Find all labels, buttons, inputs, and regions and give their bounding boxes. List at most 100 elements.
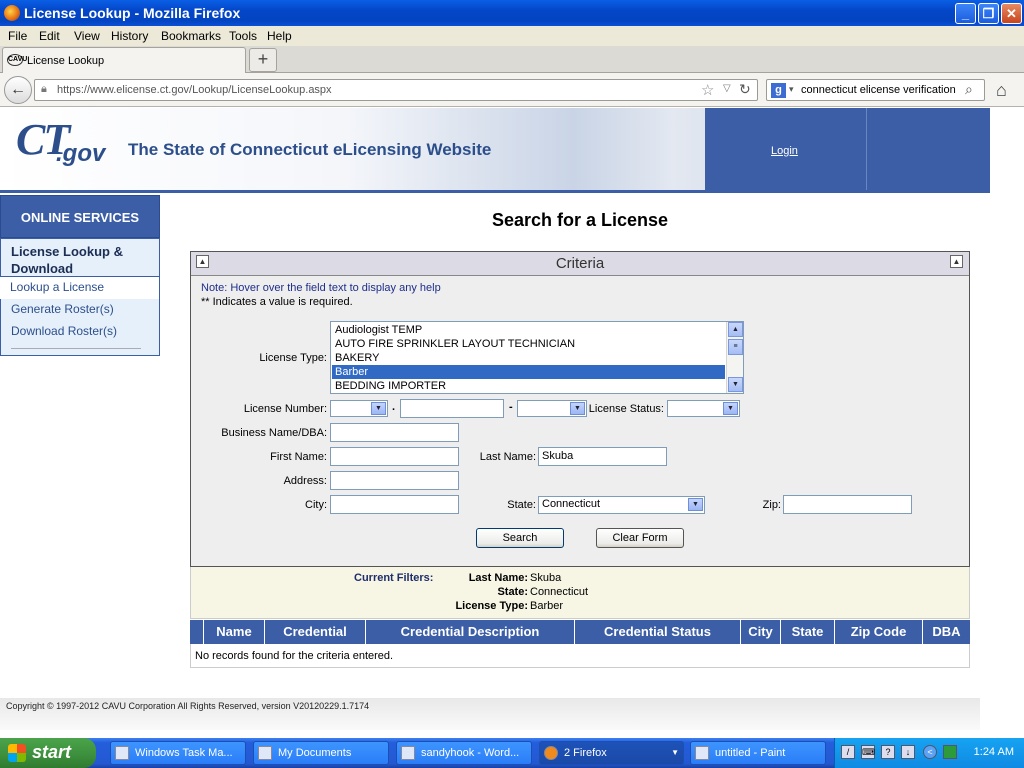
home-icon[interactable]: ⌂ <box>996 80 1007 101</box>
filter-state-value: Connecticut <box>530 586 589 598</box>
menu-bar: File Edit View History Bookmarks Tools H… <box>0 26 1024 46</box>
scroll-up-icon[interactable]: ▲ <box>728 322 743 337</box>
first-name-field[interactable] <box>330 447 459 466</box>
menu-edit[interactable]: Edit <box>39 29 60 43</box>
list-item[interactable]: AUTO FIRE SPRINKLER LAYOUT TECHNICIAN <box>332 337 725 351</box>
taskbar-my-documents[interactable]: My Documents <box>253 741 389 765</box>
tab-license-lookup[interactable]: CAVU License Lookup <box>2 47 246 73</box>
search-box[interactable]: g ▾ connecticut elicense verification ⌕ <box>766 79 985 101</box>
list-item[interactable]: Audiologist TEMP <box>332 323 725 337</box>
menu-view[interactable]: View <box>74 29 100 43</box>
start-button[interactable]: start <box>0 738 96 768</box>
menu-help[interactable]: Help <box>267 29 292 43</box>
last-name-field[interactable]: Skuba <box>538 447 667 466</box>
address-field[interactable] <box>330 471 459 490</box>
sidebar-item-lookup-license[interactable]: Lookup a License <box>0 277 160 299</box>
ct-gov-logo[interactable]: CT .gov <box>8 114 108 174</box>
task-manager-icon <box>115 746 129 760</box>
city-field[interactable] <box>330 495 459 514</box>
collapse-up-icon[interactable]: ▲ <box>196 255 209 268</box>
page-title: Search for a License <box>491 210 669 230</box>
column-spacer <box>190 620 204 644</box>
system-tray: / ⌨ ? ↓ < 1:24 AM <box>834 738 1024 768</box>
collapse-up-icon-right[interactable]: ▲ <box>950 255 963 268</box>
scroll-thumb[interactable]: ≡ <box>728 339 743 355</box>
separator-dot: . <box>392 401 396 413</box>
sidebar-item-generate-roster[interactable]: Generate Roster(s) <box>0 299 160 321</box>
taskbar-word[interactable]: sandyhook - Word... <box>396 741 532 765</box>
minimize-button[interactable]: _ <box>955 3 976 24</box>
back-arrow-icon[interactable]: ← <box>4 76 32 104</box>
column-city[interactable]: City <box>741 620 781 644</box>
maximize-button[interactable]: ❐ <box>978 3 999 24</box>
license-suffix-select[interactable]: ▼ <box>517 400 587 417</box>
column-credential-description[interactable]: Credential Description <box>366 620 575 644</box>
current-filters: Current Filters: Last Name: Skuba State:… <box>190 567 970 619</box>
list-item-selected[interactable]: Barber <box>332 365 725 379</box>
login-link[interactable]: Login <box>771 145 798 157</box>
sidebar-item-download-roster-label: Download Roster(s) <box>11 324 118 338</box>
license-type-label: License Type: <box>259 352 327 364</box>
column-state[interactable]: State <box>781 620 835 644</box>
city-label: City: <box>305 499 327 511</box>
filter-state-label: State: <box>497 586 528 598</box>
column-credential[interactable]: Credential <box>265 620 366 644</box>
new-tab-button[interactable]: + <box>249 48 277 72</box>
url-text[interactable]: https://www.elicense.ct.gov/Lookup/Licen… <box>57 84 332 96</box>
filter-last-name-value: Skuba <box>530 572 562 584</box>
close-button[interactable]: ✕ <box>1001 3 1022 24</box>
state-select[interactable]: Connecticut ▼ <box>538 496 705 514</box>
search-input[interactable]: connecticut elicense verification <box>801 84 956 96</box>
tray-app-icon[interactable] <box>943 745 957 759</box>
bookmark-star-icon[interactable]: ☆ <box>701 81 714 99</box>
license-type-listbox[interactable]: Audiologist TEMP AUTO FIRE SPRINKLER LAY… <box>330 321 744 394</box>
navigation-bar: ← 🔒︎ https://www.elicense.ct.gov/Lookup/… <box>0 73 1024 107</box>
taskbar-firefox[interactable]: 2 Firefox ▼ <box>539 741 684 765</box>
logo-gov-text: .gov <box>56 140 106 167</box>
chevron-down-icon: ▼ <box>688 498 703 511</box>
lock-icon: 🔒︎ <box>41 83 47 95</box>
column-credential-status[interactable]: Credential Status <box>575 620 741 644</box>
state-label: State: <box>507 499 536 511</box>
tray-network-icon[interactable]: ↓ <box>901 745 915 759</box>
menu-tools[interactable]: Tools <box>229 29 257 43</box>
tray-keyboard-icon[interactable]: ⌨ <box>861 745 875 759</box>
reload-icon[interactable]: ↻ <box>739 81 751 98</box>
tray-pen-icon[interactable]: / <box>841 745 855 759</box>
clear-form-button[interactable]: Clear Form <box>596 528 684 548</box>
help-note: Note: Hover over the field text to displ… <box>201 282 441 294</box>
listbox-scrollbar[interactable]: ▲ ≡ ▼ <box>726 322 743 393</box>
license-status-select[interactable]: ▼ <box>667 400 740 417</box>
license-number-field[interactable] <box>400 399 504 418</box>
sidebar-item-download-roster[interactable]: Download Roster(s) <box>0 321 160 356</box>
cavu-favicon-icon: CAVU <box>7 54 27 66</box>
zip-field[interactable] <box>783 495 912 514</box>
criteria-header: Criteria <box>191 252 969 276</box>
list-item[interactable]: BAKERY <box>332 351 725 365</box>
google-icon[interactable]: g <box>771 83 786 98</box>
engine-dropdown-icon[interactable]: ▾ <box>789 84 794 95</box>
column-dba[interactable]: DBA <box>923 620 970 644</box>
business-name-field[interactable] <box>330 423 459 442</box>
menu-bookmarks[interactable]: Bookmarks <box>161 29 221 43</box>
tray-help-icon[interactable]: ? <box>881 745 895 759</box>
scroll-down-icon[interactable]: ▼ <box>728 377 743 392</box>
menu-file[interactable]: File <box>8 29 27 43</box>
column-zip-code[interactable]: Zip Code <box>835 620 923 644</box>
taskbar-paint[interactable]: untitled - Paint <box>690 741 826 765</box>
search-icon[interactable]: ⌕ <box>965 81 973 98</box>
url-bar[interactable]: 🔒︎ https://www.elicense.ct.gov/Lookup/Li… <box>34 79 758 101</box>
column-name[interactable]: Name <box>204 620 265 644</box>
criteria-title: Criteria <box>555 255 605 272</box>
divider <box>11 348 141 349</box>
history-dropdown-icon[interactable]: ▽ <box>723 83 731 94</box>
menu-history[interactable]: History <box>111 29 148 43</box>
license-prefix-select[interactable]: ▼ <box>330 400 388 417</box>
tray-expand-icon[interactable]: < <box>923 745 937 759</box>
taskbar-task-manager[interactable]: Windows Task Ma... <box>110 741 246 765</box>
search-button[interactable]: Search <box>476 528 564 548</box>
list-item[interactable]: BEDDING IMPORTER <box>332 379 725 393</box>
chevron-down-icon: ▼ <box>723 402 738 415</box>
chevron-down-icon: ▼ <box>570 402 585 415</box>
license-number-label: License Number: <box>243 403 327 415</box>
